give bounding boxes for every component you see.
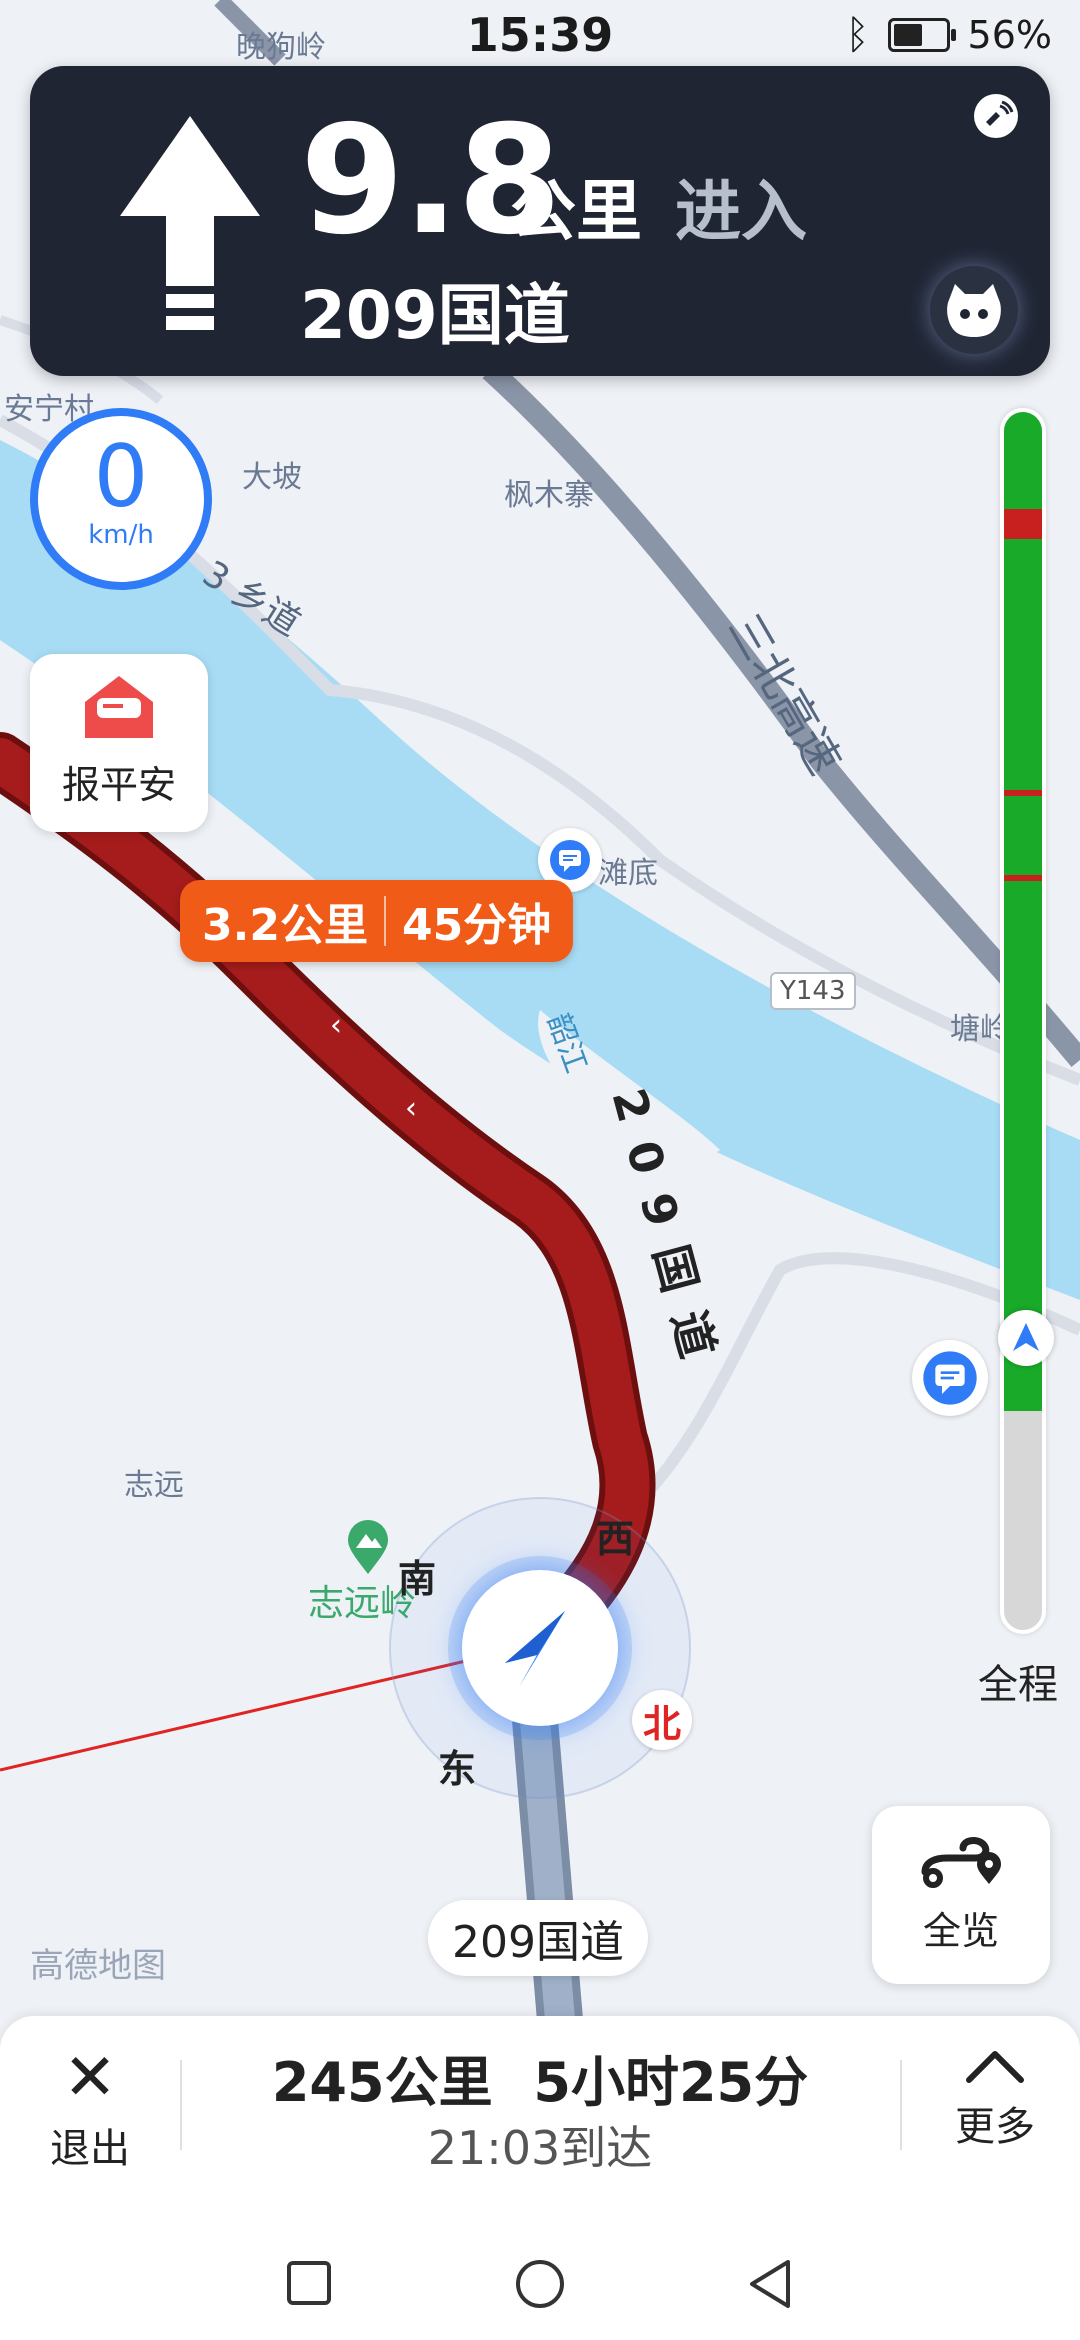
divider: [900, 2060, 902, 2150]
trip-summary[interactable]: 245公里 5小时25分: [180, 2038, 900, 2117]
segment-distance: 3.2公里: [202, 900, 368, 951]
svg-text:‹: ‹: [405, 1091, 417, 1126]
status-icons: ᛒ 56%: [846, 12, 1052, 58]
maneuver-distance-unit: 公里: [510, 173, 642, 250]
route-progress-bar: [1000, 408, 1046, 1634]
battery-icon: [887, 18, 956, 52]
compass-south: 南: [398, 1557, 437, 1601]
speed-unit: km/h: [88, 520, 154, 550]
more-button[interactable]: 更多: [940, 2046, 1050, 2152]
congestion-mark: [1004, 789, 1042, 796]
compass-west: 西: [596, 1517, 635, 1561]
maneuver-action: 进入: [675, 173, 807, 250]
close-icon: ✕: [63, 2041, 117, 2115]
compass-north: 北: [632, 1690, 692, 1750]
map-label: 大坡: [242, 460, 302, 495]
speed-indicator: 0 km/h: [30, 408, 212, 590]
envelope-icon: [30, 672, 208, 748]
safe-report-label: 报平安: [61, 763, 176, 807]
recent-apps-button[interactable]: [286, 2260, 332, 2310]
battery-percent: 56%: [967, 13, 1052, 57]
map-label: 晚狗岭: [236, 30, 326, 65]
event-message-icon[interactable]: [912, 1340, 988, 1416]
trip-distance: 245公里: [271, 2051, 493, 2114]
trip-arrival: 21:03到达: [427, 2121, 653, 2175]
route-overview-icon: [872, 1828, 1050, 1896]
back-button[interactable]: [746, 2258, 794, 2314]
current-road-chip: 209国道: [428, 1900, 648, 1976]
straight-arrow-icon: [110, 106, 270, 350]
congestion-mark: [1004, 509, 1042, 540]
speed-value: 0: [93, 427, 149, 527]
road-number-badge: Y143: [770, 972, 856, 1010]
compass-east: 东: [438, 1747, 477, 1791]
brand-watermark: 高德地图: [30, 1946, 166, 1986]
exit-button[interactable]: ✕ 退出: [40, 2046, 140, 2174]
next-road-name: 209国道: [300, 277, 570, 354]
home-button[interactable]: [514, 2258, 566, 2314]
current-position-icon: [462, 1570, 618, 1726]
overview-label: 全览: [922, 1909, 999, 1953]
overview-button[interactable]: 全览: [872, 1806, 1050, 1984]
segment-time: 45分钟: [401, 900, 552, 951]
maneuver-card[interactable]: 9.8 公里 进入 209国道: [30, 66, 1050, 376]
poi-mountain-icon[interactable]: [344, 1520, 392, 1580]
exit-label: 退出: [50, 2126, 130, 2172]
progress-completed: [1004, 412, 1042, 1411]
bluetooth-icon: ᛒ: [845, 12, 870, 58]
route-segment-tag[interactable]: 3.2公里 45分钟: [180, 880, 574, 962]
safe-report-button[interactable]: 报平安: [30, 654, 208, 832]
voice-broadcast-icon[interactable]: [972, 92, 1020, 144]
voice-assistant-icon[interactable]: [930, 266, 1018, 354]
tag-divider: [383, 896, 386, 946]
system-nav-bar: [0, 2226, 1080, 2340]
progress-position-icon: [998, 1310, 1054, 1366]
progress-label: 全程: [978, 1662, 1058, 1708]
more-label: 更多: [955, 2104, 1035, 2150]
trip-duration: 5小时25分: [533, 2051, 809, 2114]
chevron-up-icon: [940, 2046, 1050, 2090]
svg-text:‹: ‹: [330, 1008, 342, 1043]
map-label: 志远: [124, 1468, 184, 1503]
congestion-mark: [1004, 874, 1042, 881]
map-label: 滩底: [598, 856, 658, 891]
map-label: 枫木寨: [504, 478, 594, 513]
